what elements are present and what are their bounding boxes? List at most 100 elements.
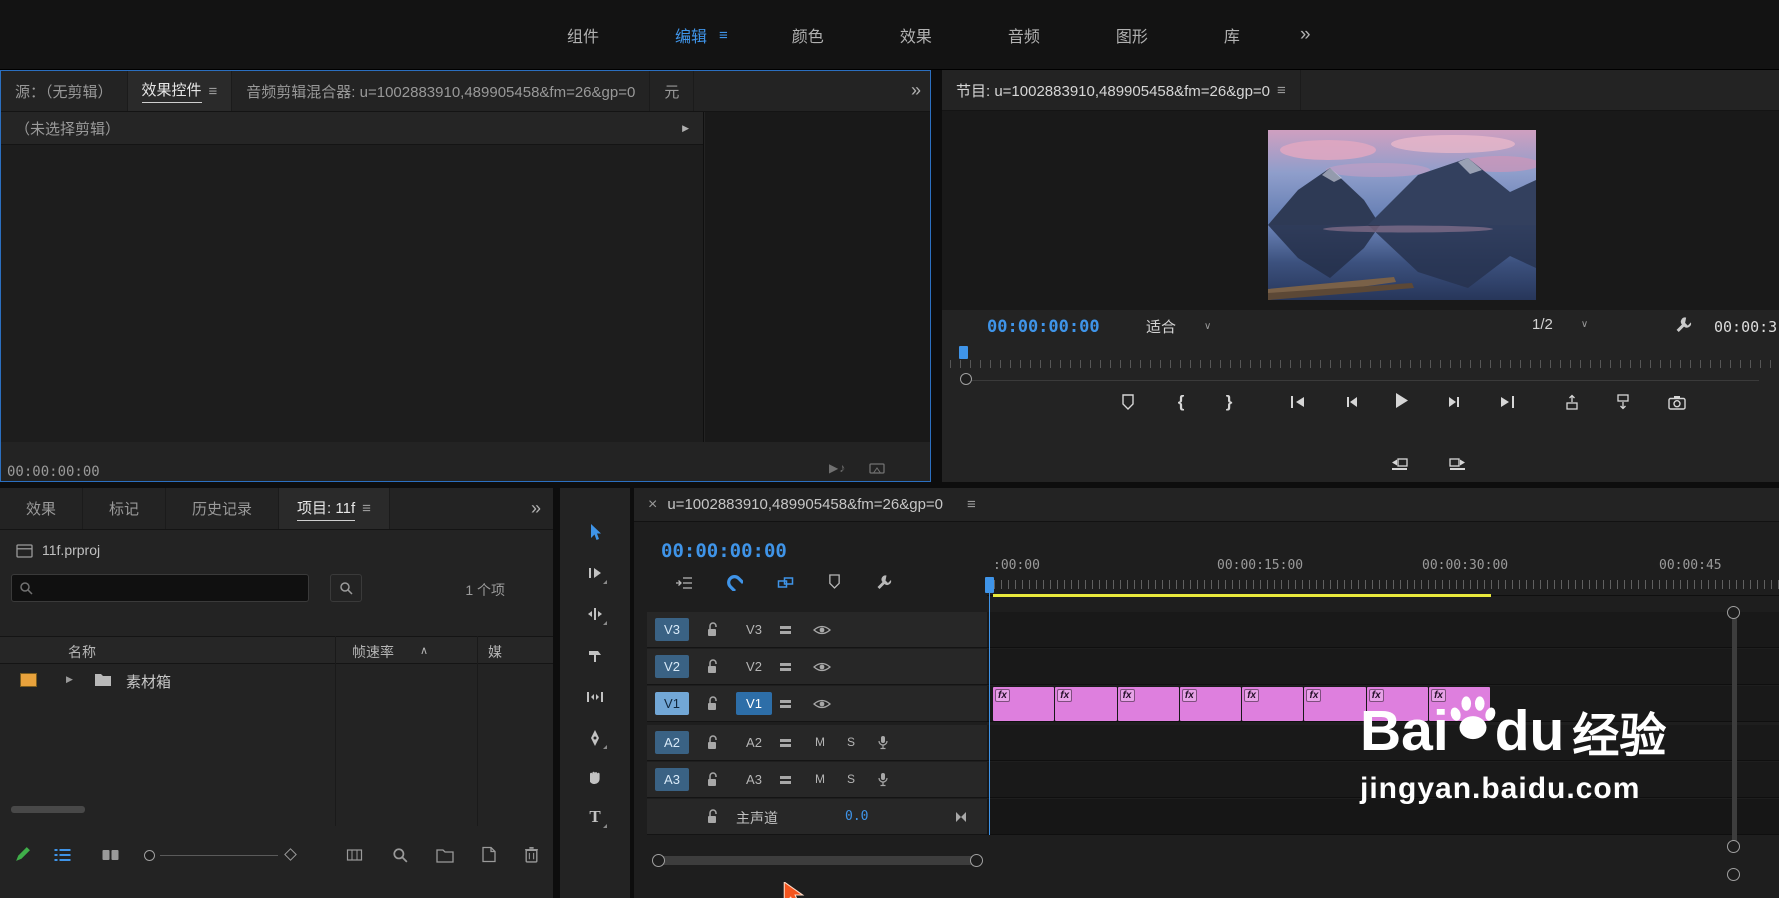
bin-label-swatch[interactable] xyxy=(20,673,37,687)
program-timecode[interactable]: 00:00:00:00 xyxy=(987,317,1100,337)
timeline-clip[interactable]: fx xyxy=(1117,687,1179,721)
tool-pen[interactable] xyxy=(580,723,610,753)
zoom-slider-track[interactable] xyxy=(160,855,278,856)
tool-type[interactable]: T xyxy=(580,802,610,832)
tab-effects[interactable]: 效果 xyxy=(0,488,84,529)
go-to-out-icon[interactable] xyxy=(1494,390,1520,414)
column-media[interactable]: 媒 xyxy=(488,642,502,662)
add-marker-icon[interactable] xyxy=(828,574,841,589)
timeline-clip[interactable]: fx xyxy=(1242,687,1304,721)
new-item-icon[interactable] xyxy=(482,846,496,863)
track-lock-icon[interactable] xyxy=(706,809,718,824)
export-frame-camera-icon[interactable] xyxy=(1664,390,1690,414)
master-keyframe-bowtie-icon[interactable] xyxy=(955,812,967,822)
track-target-v1[interactable]: V1 xyxy=(736,692,772,715)
vertical-zoom-handle-bottom[interactable] xyxy=(1727,840,1740,853)
tab-markers[interactable]: 标记 xyxy=(83,488,167,529)
timeline-panel-menu-icon[interactable]: ≡ xyxy=(967,496,976,513)
track-target-v3[interactable]: V3 xyxy=(736,618,772,641)
sync-lock-icon[interactable] xyxy=(779,737,792,749)
tab-project[interactable]: 项目: 11f ≡ xyxy=(279,488,390,529)
zoom-handle-right[interactable] xyxy=(970,854,983,867)
bin-name-label[interactable]: 素材箱 xyxy=(126,671,171,692)
workspace-menu-icon[interactable]: ≡ xyxy=(719,0,754,70)
workspace-tab-effects[interactable]: 效果 xyxy=(862,0,970,70)
automate-to-sequence-icon[interactable] xyxy=(346,848,363,862)
tab-effect-controls[interactable]: 效果控件 ≡ xyxy=(127,71,233,111)
bin-twirl-icon[interactable]: ▶ xyxy=(66,674,73,685)
sort-ascending-icon[interactable]: ∧ xyxy=(420,644,428,657)
timeline-settings-wrench-icon[interactable] xyxy=(876,574,892,590)
program-scroll-handle[interactable] xyxy=(960,373,972,385)
track-target-a3[interactable]: A3 xyxy=(736,768,772,791)
tab-metadata[interactable]: 元 xyxy=(650,71,695,111)
workspace-tab-assembly[interactable]: 组件 xyxy=(529,0,637,70)
tool-hand[interactable] xyxy=(580,762,610,792)
track-target-a2[interactable]: A2 xyxy=(736,731,772,754)
tab-source-monitor[interactable]: 源：（无剪辑） xyxy=(1,71,128,111)
project-file-name[interactable]: 11f.prproj xyxy=(42,542,100,558)
source-patch-v1[interactable]: V1 xyxy=(655,692,689,715)
voiceover-mic-icon[interactable] xyxy=(877,735,889,750)
voiceover-mic-icon[interactable] xyxy=(877,772,889,787)
timeline-playhead-line[interactable] xyxy=(989,593,990,835)
source-patch-a2[interactable]: A2 xyxy=(655,731,689,754)
bin-row[interactable]: ▶ 素材箱 xyxy=(0,664,553,696)
timeline-clip[interactable]: fx xyxy=(1179,687,1242,721)
tab-program-monitor[interactable]: 节目: u=1002883910,489905458&fm=26&gp=0 ≡ xyxy=(942,70,1301,110)
mark-out-icon[interactable]: } xyxy=(1216,390,1242,414)
expand-chevron-icon[interactable]: ▶ xyxy=(682,123,689,134)
close-sequence-icon[interactable]: × xyxy=(648,496,657,514)
step-back-icon[interactable] xyxy=(1338,390,1364,414)
vertical-zoom-handle-top[interactable] xyxy=(1727,606,1740,619)
go-to-in-icon[interactable] xyxy=(1285,390,1311,414)
timeline-ruler[interactable]: :00:00 00:00:15:00 00:00:30:00 00:00:45 xyxy=(987,552,1779,596)
timeline-horizontal-scrollbar[interactable] xyxy=(658,856,980,865)
extract-icon[interactable] xyxy=(1610,390,1636,414)
project-overflow-chevron[interactable]: » xyxy=(531,498,541,519)
effect-controls-overflow-chevron[interactable]: » xyxy=(911,80,921,101)
timeline-timecode[interactable]: 00:00:00:00 xyxy=(661,540,787,562)
timeline-vertical-scrollbar[interactable] xyxy=(1732,618,1737,843)
track-lock-icon[interactable] xyxy=(706,772,718,787)
workspace-tab-graphics[interactable]: 图形 xyxy=(1078,0,1186,70)
master-level-value[interactable]: 0.0 xyxy=(845,809,868,824)
audio-zoom-handle[interactable] xyxy=(1727,868,1740,881)
timeline-playhead-handle[interactable] xyxy=(985,577,994,593)
timeline-clip[interactable]: fx xyxy=(1304,687,1366,721)
insert-icon[interactable] xyxy=(1386,452,1412,476)
clear-trash-icon[interactable] xyxy=(524,846,539,863)
tab-audio-clip-mixer[interactable]: 音频剪辑混合器: u=1002883910,489905458&fm=26&gp… xyxy=(232,71,651,111)
timeline-clip[interactable]: fx xyxy=(1055,687,1117,721)
add-marker-icon[interactable] xyxy=(1115,390,1141,414)
lift-icon[interactable] xyxy=(1559,390,1585,414)
insert-overwrite-sequence-icon[interactable] xyxy=(675,576,693,590)
workspace-overflow-chevron[interactable]: » xyxy=(1300,0,1311,70)
column-frame-rate[interactable]: 帧速率 xyxy=(352,642,394,662)
program-ruler[interactable] xyxy=(950,346,1771,370)
track-lock-icon[interactable] xyxy=(706,696,718,711)
find-icon[interactable] xyxy=(392,847,408,863)
eye-icon[interactable] xyxy=(813,661,831,673)
zoom-slider-diamond-icon[interactable] xyxy=(284,848,297,861)
zoom-slider-handle[interactable] xyxy=(144,850,155,861)
project-writable-pencil-icon[interactable] xyxy=(14,846,31,863)
tool-selection[interactable] xyxy=(580,518,610,548)
workspace-tab-audio[interactable]: 音频 xyxy=(970,0,1078,70)
tool-razor[interactable] xyxy=(580,641,610,671)
track-target-v2[interactable]: V2 xyxy=(736,655,772,678)
mute-button[interactable]: M xyxy=(815,772,825,786)
new-bin-folder-icon[interactable] xyxy=(436,848,454,863)
solo-button[interactable]: S xyxy=(847,772,855,786)
track-lock-icon[interactable] xyxy=(706,622,718,637)
tool-track-select-forward[interactable] xyxy=(580,558,610,588)
track-content-v3[interactable] xyxy=(987,612,1779,648)
sequence-tab-label[interactable]: u=1002883910,489905458&fm=26&gp=0 xyxy=(667,496,943,513)
workspace-tab-libraries[interactable]: 库 xyxy=(1186,0,1278,70)
effect-controls-timecode[interactable]: 00:00:00:00 xyxy=(7,464,100,480)
zoom-handle-left[interactable] xyxy=(652,854,665,867)
program-playhead[interactable] xyxy=(959,346,968,359)
tool-ripple-edit[interactable] xyxy=(580,599,610,629)
playback-resolution-select[interactable]: 1/2 ∨ xyxy=(1532,316,1588,333)
find-button[interactable] xyxy=(330,574,362,602)
